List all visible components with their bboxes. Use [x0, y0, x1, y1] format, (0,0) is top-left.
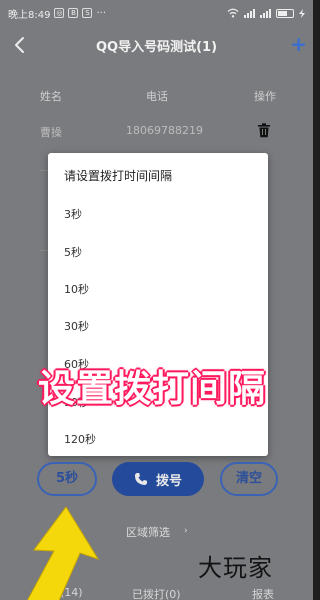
status-badge-1: ◎ — [54, 8, 65, 18]
add-icon[interactable]: + — [290, 33, 307, 55]
wifi-icon — [227, 8, 239, 18]
dialog-title: 请设置拨打时间间隔 — [64, 169, 173, 183]
column-header-action: 操作 — [254, 90, 276, 103]
pointer-arrow-icon — [27, 506, 100, 600]
interval-option-120s[interactable]: 120秒 — [64, 430, 254, 450]
row-phone: 18069788219 — [126, 124, 203, 137]
status-badge-2: B — [68, 8, 79, 18]
chevron-right-icon: › — [184, 526, 188, 536]
status-badge-3: S — [82, 8, 93, 18]
app-screen: 晚上8:49 ◎ B S ··· QQ导入号码测试(1) + 姓名 电话 操作 … — [0, 0, 313, 600]
table-header: 姓名 电话 操作 — [0, 84, 313, 108]
table-row[interactable]: 曹操 18069788219 — [0, 120, 313, 142]
interval-button[interactable]: 5秒 — [37, 462, 97, 496]
status-more-dots: ··· — [96, 7, 107, 19]
clear-button[interactable]: 清空 — [220, 462, 278, 496]
status-bar: 晚上8:49 ◎ B S ··· — [0, 0, 313, 26]
phone-icon — [134, 473, 147, 485]
tab-report[interactable]: 报表 — [252, 586, 274, 600]
dial-button[interactable]: 拨号 — [112, 462, 204, 496]
page-title: QQ导入号码测试(1) — [95, 39, 218, 55]
title-bar: QQ导入号码测试(1) + — [0, 26, 313, 64]
interval-option-5s[interactable]: 5秒 — [64, 243, 254, 263]
interval-option-30s[interactable]: 30秒 — [64, 317, 254, 337]
signal-icon-2 — [260, 8, 271, 18]
region-filter[interactable]: 区域筛选 — [126, 524, 170, 540]
row-name: 曹操 — [40, 126, 62, 139]
column-header-name: 姓名 — [40, 90, 62, 103]
chevron-left-icon[interactable] — [10, 33, 30, 57]
signal-icon — [244, 8, 255, 18]
overlay-caption: 设置拨打间隔 — [38, 367, 266, 410]
interval-option-10s[interactable]: 10秒 — [64, 280, 254, 300]
column-header-phone: 电话 — [146, 90, 168, 103]
watermark-logo: 大玩家 — [198, 554, 273, 582]
dial-button-label: 拨号 — [155, 473, 182, 489]
charging-icon — [299, 8, 305, 18]
tab-dialed[interactable]: 已拨打(0) — [132, 586, 181, 600]
status-time: 晚上8:49 — [8, 9, 51, 21]
battery-icon — [276, 8, 294, 18]
trash-icon[interactable] — [257, 123, 271, 138]
interval-option-3s[interactable]: 3秒 — [64, 205, 254, 225]
